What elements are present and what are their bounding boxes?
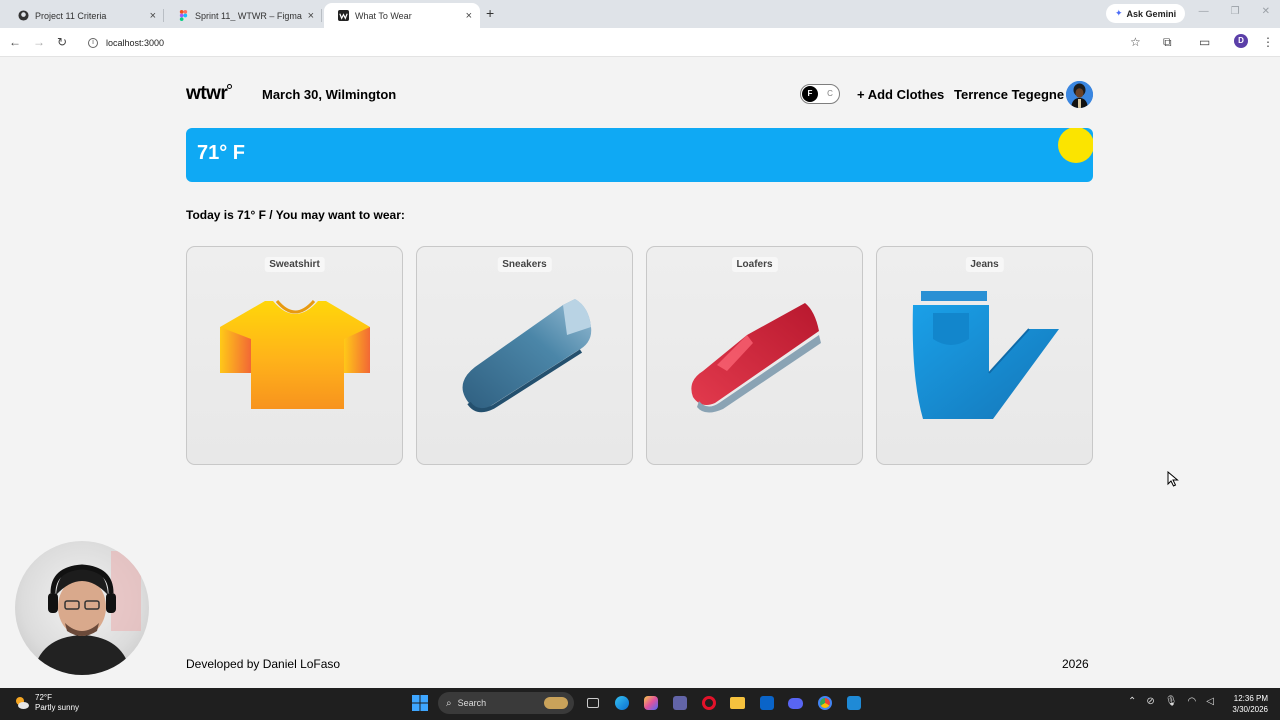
edge-icon[interactable] [611, 693, 632, 714]
search-highlight-icon [544, 697, 568, 709]
card-name: Jeans [965, 257, 1004, 272]
wtwr-icon [338, 10, 349, 21]
taskbar-search-box[interactable]: ⌕ Search [438, 692, 574, 714]
jeans-icon [912, 291, 1059, 419]
windows-taskbar: 72°F Partly sunny ⌕ Search ⌃ ⊘ 🎙 ◠ ◁ 12:… [0, 688, 1280, 720]
task-view-icon[interactable] [582, 693, 603, 714]
loafer-icon [691, 303, 821, 413]
gemini-sparkle-icon: ✦ [1115, 8, 1123, 18]
webcam-overlay [15, 541, 149, 675]
outlook-icon[interactable] [756, 693, 777, 714]
weather-banner: 71° F [186, 128, 1093, 182]
logo-text: wtwr [186, 83, 228, 104]
sweatshirt-icon [220, 299, 370, 409]
reload-icon[interactable]: ↻ [57, 35, 67, 49]
add-clothes-button[interactable]: + Add Clothes [857, 87, 944, 102]
clothing-card-sneakers[interactable]: Sneakers [416, 246, 633, 465]
search-icon: ⌕ [446, 697, 452, 709]
close-icon[interactable]: × [466, 10, 472, 22]
bookmark-star-icon[interactable]: ☆ [1130, 35, 1141, 49]
info-icon[interactable]: i [88, 37, 98, 48]
close-icon[interactable]: × [150, 10, 156, 22]
network-off-icon[interactable]: ⊘ [1146, 696, 1154, 707]
figma-icon [179, 10, 188, 21]
tab-label: Project 11 Criteria [35, 10, 107, 21]
back-arrow-icon[interactable]: ← [9, 35, 21, 49]
github-icon [18, 10, 29, 21]
window-close-icon[interactable]: ✕ [1262, 6, 1270, 17]
taskbar-time: 12:36 PM [1233, 694, 1268, 703]
volume-icon[interactable]: ◁ [1206, 696, 1214, 707]
windows-logo-icon [411, 695, 428, 711]
microphone-icon[interactable]: 🎙 [1165, 696, 1178, 707]
close-icon[interactable]: × [308, 10, 314, 22]
teams-icon[interactable] [669, 693, 690, 714]
file-explorer-icon[interactable] [727, 693, 748, 714]
card-name: Loafers [731, 257, 778, 272]
wtwr-logo[interactable]: wtwr [186, 83, 233, 105]
profile-avatar[interactable]: D [1234, 34, 1248, 48]
temperature-unit-toggle[interactable]: F C [800, 84, 840, 104]
new-tab-button[interactable]: + [486, 5, 494, 21]
tab-figma[interactable]: Sprint 11_ WTWR – Figma × [164, 3, 322, 28]
clothing-card-loafers[interactable]: Loafers [646, 246, 863, 465]
extensions-icon[interactable]: ⧉ [1163, 35, 1172, 50]
user-avatar-image [1066, 81, 1093, 108]
webcam-person-image [33, 551, 141, 675]
page-content: wtwr March 30, Wilmington F C + Add Clot… [0, 57, 1280, 688]
taskbar-weather-widget[interactable]: 72°F Partly sunny [14, 693, 79, 713]
copilot-icon[interactable] [640, 693, 661, 714]
logo-dot [227, 84, 233, 89]
vscode-icon[interactable] [843, 693, 864, 714]
opera-icon[interactable] [698, 693, 719, 714]
browser-tab-bar: Project 11 Criteria × Sprint 11_ WTWR – … [0, 0, 1280, 28]
mouse-cursor-icon [1167, 471, 1179, 487]
maximize-icon[interactable]: ❐ [1231, 6, 1240, 17]
ask-gemini-button[interactable]: ✦ Ask Gemini [1106, 4, 1186, 23]
taskbar-clock[interactable]: 12:36 PM 3/30/2026 [1228, 693, 1268, 715]
minimize-icon[interactable]: — [1199, 6, 1209, 17]
footer-year: 2026 [1062, 657, 1089, 671]
username[interactable]: Terrence Tegegne [954, 87, 1064, 102]
wear-recommendation-text: Today is 71° F / You may want to wear: [186, 208, 405, 222]
card-name: Sneakers [497, 257, 552, 272]
gemini-label: Ask Gemini [1126, 8, 1177, 19]
start-button[interactable] [409, 693, 430, 714]
tab-what-to-wear[interactable]: What To Wear × [324, 3, 480, 28]
system-tray: ⌃ ⊘ 🎙 ◠ ◁ [1128, 696, 1214, 707]
wifi-icon[interactable]: ◠ [1187, 696, 1196, 707]
url-text: localhost:3000 [106, 37, 165, 48]
taskbar-date: 3/30/2026 [1232, 705, 1268, 714]
toggle-f-label: F [807, 89, 813, 98]
tab-label: Sprint 11_ WTWR – Figma [195, 10, 302, 21]
tab-label: What To Wear [355, 10, 412, 21]
taskbar-weather-temp: 72°F [35, 693, 52, 702]
sidepanel-icon[interactable]: ▭ [1199, 35, 1210, 49]
tab-project-11-criteria[interactable]: Project 11 Criteria × [4, 3, 164, 28]
avatar[interactable] [1066, 81, 1093, 108]
browser-toolbar: ← → ↻ i localhost:3000 ☆ ⧉ ▭ D ⋮ [0, 28, 1280, 57]
card-name: Sweatshirt [264, 257, 325, 272]
address-bar[interactable]: i localhost:3000 [80, 32, 1160, 53]
chevron-up-icon[interactable]: ⌃ [1128, 696, 1136, 707]
taskbar-weather-desc: Partly sunny [35, 703, 80, 712]
taskbar-pinned-apps: ⌕ Search [409, 692, 864, 714]
forward-arrow-icon[interactable]: → [33, 35, 45, 49]
toggle-c-label: C [827, 89, 833, 98]
chrome-icon[interactable] [814, 693, 835, 714]
sneaker-icon [462, 299, 592, 413]
sun-icon [1058, 128, 1093, 163]
taskbar-search-label: Search [457, 698, 487, 708]
clothing-card-sweatshirt[interactable]: Sweatshirt [186, 246, 403, 465]
date-location: March 30, Wilmington [262, 87, 397, 102]
footer-developer: Developed by Daniel LoFaso [186, 657, 341, 671]
partly-sunny-icon [16, 697, 29, 709]
clothing-card-jeans[interactable]: Jeans [876, 246, 1093, 465]
menu-dots-icon[interactable]: ⋮ [1262, 35, 1274, 49]
discord-icon[interactable] [785, 693, 806, 714]
weather-temperature: 71° F [197, 142, 246, 164]
window-controls: — ❐ ✕ [1199, 6, 1270, 17]
